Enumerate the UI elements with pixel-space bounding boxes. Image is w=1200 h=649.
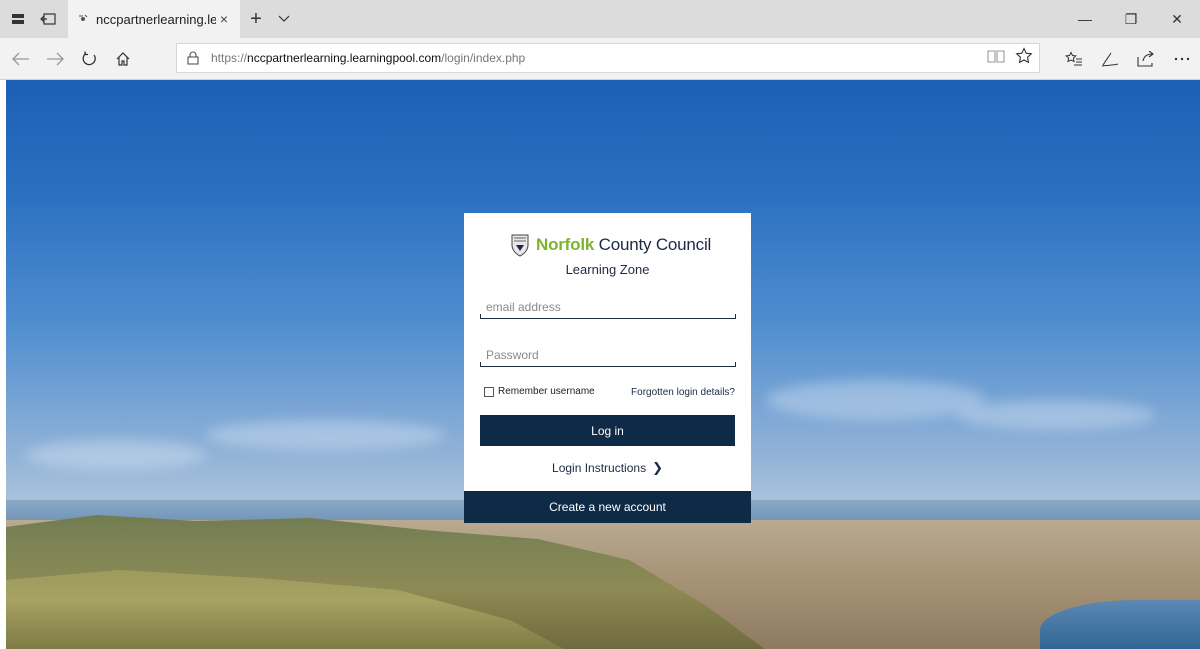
chevron-right-icon: ❯ [652, 460, 663, 475]
reading-view-icon[interactable] [987, 49, 1005, 68]
forward-arrow-icon[interactable] [38, 38, 72, 80]
background-cloud [766, 380, 986, 420]
browser-nav-bar: https://nccpartnerlearning.learningpool.… [0, 38, 1200, 80]
login-card: Norfolk County Council Learning Zone Rem… [464, 213, 751, 523]
password-field [480, 345, 736, 367]
login-instructions-label: Login Instructions [552, 461, 647, 475]
remember-username[interactable]: Remember username [484, 386, 595, 397]
refresh-icon[interactable] [72, 38, 106, 80]
favorites-list-icon[interactable] [1056, 38, 1092, 80]
address-bar[interactable]: https://nccpartnerlearning.learningpool.… [176, 43, 1040, 73]
home-icon[interactable] [106, 38, 140, 80]
browser-toolbar [1056, 38, 1200, 80]
tab-title: nccpartnerlearning.learn [96, 11, 216, 27]
email-input[interactable] [480, 297, 736, 317]
forgotten-login-link[interactable]: Forgotten login details? [631, 387, 735, 398]
set-aside-tabs-icon[interactable] [36, 7, 60, 31]
url-path: /login/index.php [441, 51, 526, 65]
tab-close-icon[interactable]: × [216, 11, 232, 27]
council-name: Norfolk County Council [536, 235, 711, 255]
tab-preview-icon[interactable] [6, 7, 30, 31]
council-name-accent: Norfolk [536, 235, 595, 254]
lock-icon[interactable] [187, 50, 203, 66]
council-crest-icon [511, 234, 529, 257]
tab-list-chevron-icon[interactable] [272, 0, 296, 38]
email-field [480, 297, 736, 319]
site-subtitle: Learning Zone [565, 262, 650, 277]
remember-username-label: Remember username [498, 386, 595, 397]
new-tab-button[interactable]: + [240, 0, 272, 38]
council-name-rest: County Council [594, 235, 712, 254]
password-input[interactable] [480, 345, 736, 365]
web-note-pen-icon[interactable] [1092, 38, 1128, 80]
browser-tab-bar: nccpartnerlearning.learn × + — ❐ ✕ [0, 0, 1200, 38]
background-cloud [956, 400, 1156, 430]
favorite-star-icon[interactable] [1015, 46, 1033, 70]
address-bar-actions [987, 44, 1033, 72]
close-window-button[interactable]: ✕ [1154, 0, 1200, 38]
window-controls: — ❐ ✕ [1062, 0, 1200, 38]
login-button[interactable]: Log in [480, 415, 735, 446]
council-logo: Norfolk County Council [510, 230, 711, 260]
background-cloud [206, 420, 446, 450]
site-favicon-icon [76, 12, 90, 26]
remember-username-checkbox[interactable] [484, 386, 494, 397]
browser-tab-active[interactable]: nccpartnerlearning.learn × [68, 0, 240, 38]
login-instructions-link[interactable]: Login Instructions ❯ [464, 460, 751, 476]
url-scheme: https:// [211, 51, 248, 65]
url-text: https://nccpartnerlearning.learningpool.… [211, 51, 525, 65]
back-arrow-icon[interactable] [4, 38, 38, 80]
minimize-button[interactable]: — [1062, 0, 1108, 38]
share-icon[interactable] [1128, 38, 1164, 80]
background-cloud [26, 440, 206, 470]
create-account-button[interactable]: Create a new account [464, 491, 751, 523]
url-host: nccpartnerlearning.learningpool.com [247, 51, 442, 65]
restore-button[interactable]: ❐ [1108, 0, 1154, 38]
more-menu-icon[interactable] [1164, 38, 1200, 80]
